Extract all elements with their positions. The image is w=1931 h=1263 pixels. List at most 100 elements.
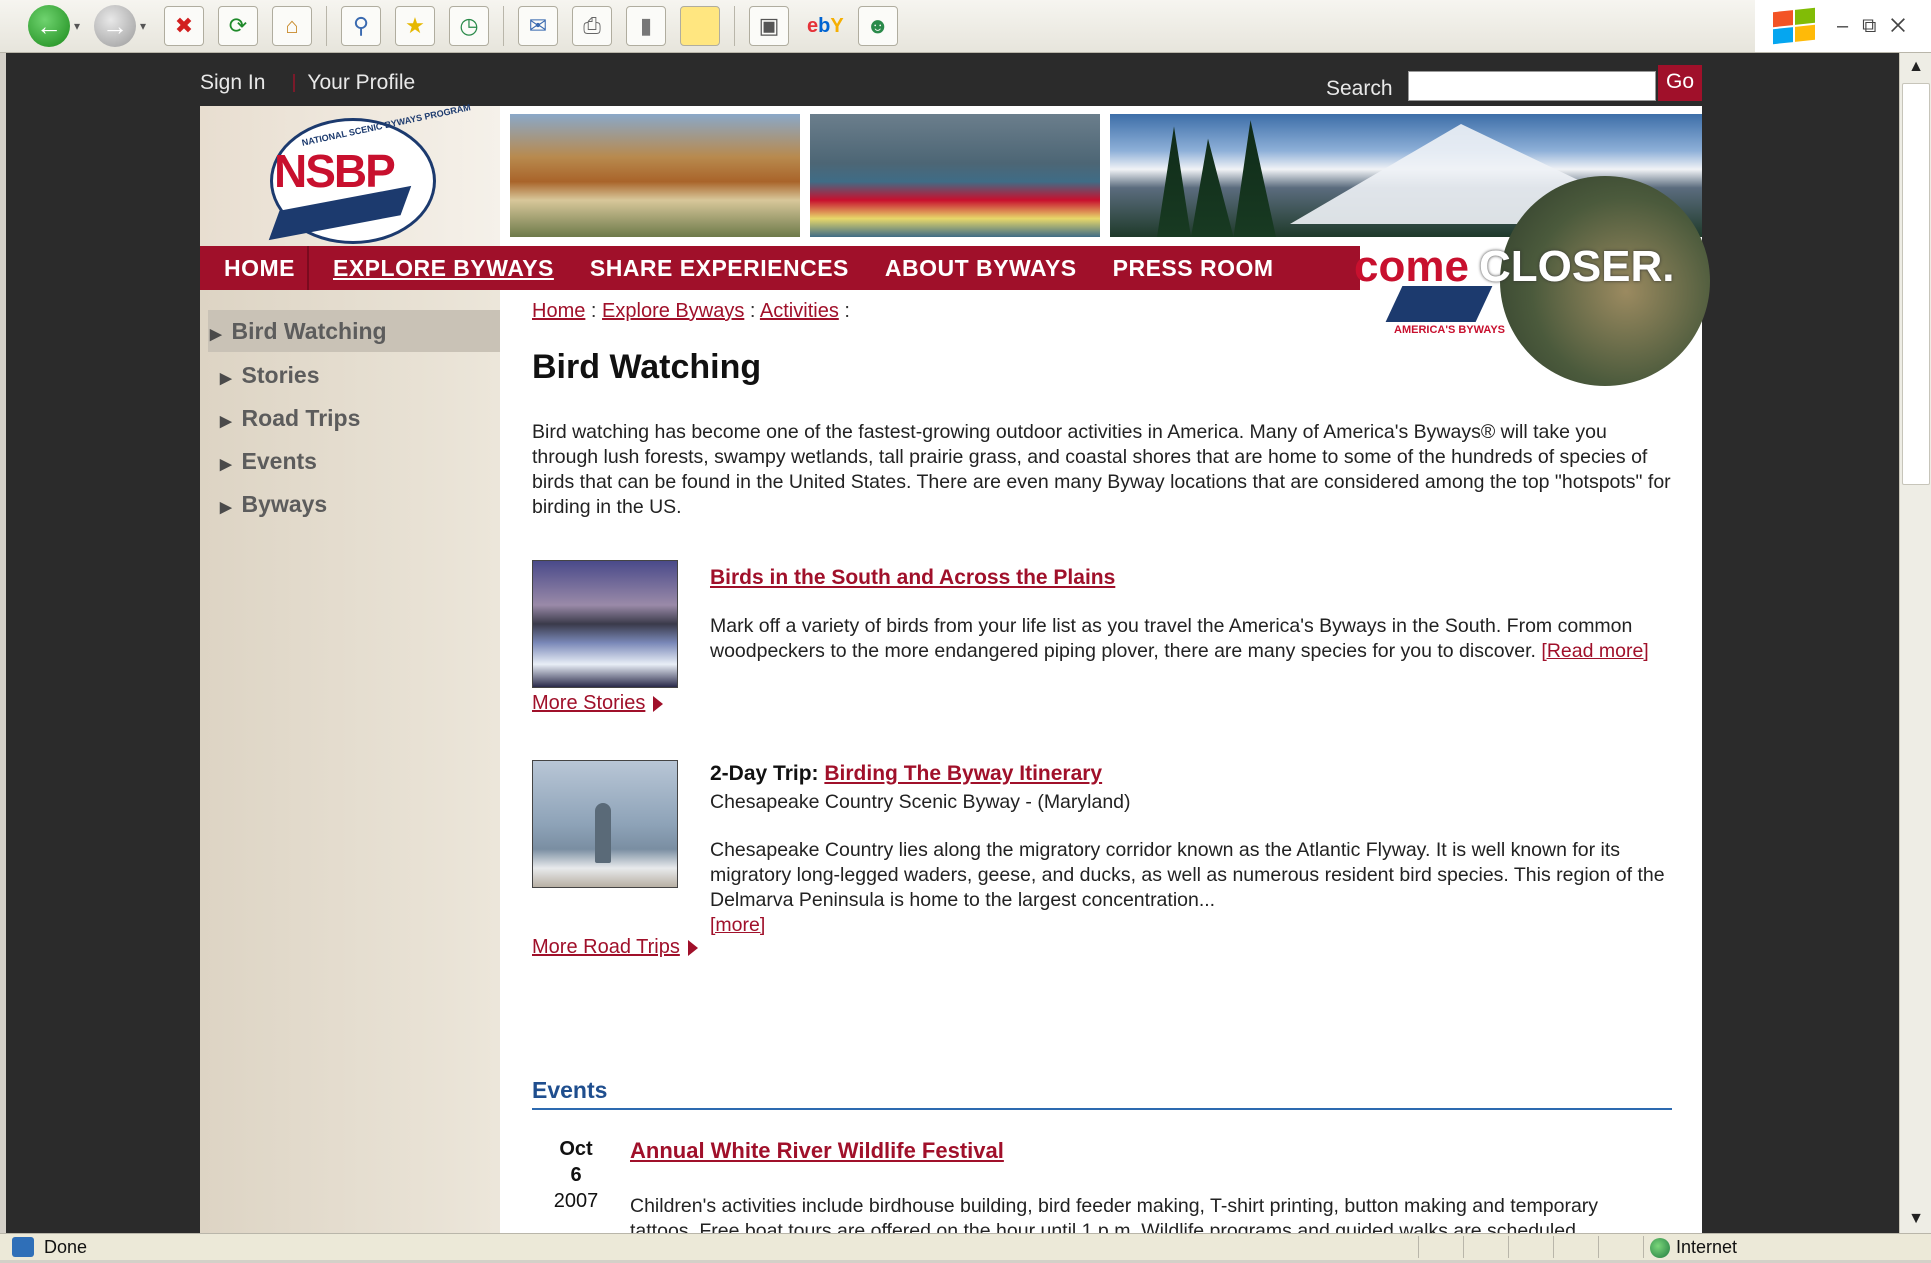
print-icon[interactable]: ⎙ (572, 6, 612, 46)
caret-right-icon: ▶ (220, 370, 232, 387)
sidebar-item-stories[interactable]: ▶ Stories (220, 362, 320, 389)
search-label: Search (1326, 77, 1393, 100)
nav-home[interactable]: HOME (224, 255, 295, 282)
story-body: Mark off a variety of birds from your li… (710, 614, 1672, 664)
event-date: Oct 6 2007 (546, 1136, 606, 1214)
window-controls[interactable]: –⧉✕ (1837, 15, 1920, 38)
link-separator (293, 74, 296, 93)
status-panes (1418, 1236, 1649, 1258)
events-heading: Events (532, 1077, 1672, 1110)
search-input[interactable] (1408, 71, 1656, 101)
trip-body-text: Chesapeake Country lies along the migrat… (710, 839, 1665, 911)
americas-byways-badge[interactable]: AMERICA'S BYWAYS (1385, 286, 1506, 336)
page-icon (12, 1237, 34, 1257)
history-icon[interactable]: ◷ (449, 6, 489, 46)
globe-icon (1650, 1238, 1670, 1259)
back-icon[interactable]: ← (28, 5, 70, 47)
favorites-icon[interactable]: ★ (395, 6, 435, 46)
heron-shape (595, 803, 611, 863)
scroll-thumb[interactable] (1902, 83, 1930, 485)
tagline-come: come (1354, 242, 1469, 291)
trip-subtitle: Chesapeake Country Scenic Byway - (Maryl… (710, 791, 1131, 813)
read-more-link[interactable]: [Read more] (1541, 640, 1648, 662)
event-body: Children's activities include birdhouse … (630, 1195, 1599, 1233)
sidebar-item-label: Byways (241, 491, 328, 517)
come-closer-tagline: come CLOSER. (1354, 242, 1675, 292)
stop-icon[interactable]: ✖ (164, 6, 204, 46)
byways-badge-text: AMERICA'S BYWAYS (1394, 324, 1506, 336)
messenger-icon[interactable]: ☻ (857, 6, 898, 46)
trip-thumbnail[interactable] (532, 760, 678, 888)
breadcrumb-sep: : (749, 300, 756, 322)
event-title-link[interactable]: Annual White River Wildlife Festival (630, 1138, 1004, 1164)
edit-icon[interactable]: ▮ (626, 6, 666, 46)
windows-logo-icon (1773, 7, 1815, 45)
nav-explore-byways[interactable]: EXPLORE BYWAYS (333, 255, 554, 282)
notes-icon[interactable] (680, 6, 720, 46)
home-icon[interactable]: ⌂ (272, 6, 312, 46)
search-icon[interactable]: ⚲ (341, 6, 381, 46)
header-photo-road (510, 114, 800, 237)
trip-more-link[interactable]: [more] (710, 914, 765, 936)
forward-dropdown-icon[interactable]: ▾ (136, 19, 150, 33)
forward-icon[interactable]: → (94, 5, 136, 47)
sidebar-item-byways[interactable]: ▶ Byways (220, 491, 327, 518)
toolbar-divider (326, 6, 327, 46)
sidebar-item-label: Events (241, 448, 317, 474)
main-nav: HOME EXPLORE BYWAYS SHARE EXPERIENCES AB… (200, 246, 1360, 290)
toolbar-divider (503, 6, 504, 46)
more-stories-label: More Stories (532, 692, 646, 714)
nav-about-byways[interactable]: ABOUT BYWAYS (885, 255, 1077, 282)
story-thumbnail[interactable] (532, 560, 678, 688)
triangle-right-icon (687, 939, 698, 956)
status-text: Done (44, 1237, 88, 1257)
trees-shape (1157, 120, 1276, 237)
trip-title-link[interactable]: Birding The Byway Itinerary (824, 762, 1102, 785)
sidebar-item-road-trips[interactable]: ▶ Road Trips (220, 405, 360, 432)
scroll-up-icon[interactable]: ▲ (1900, 53, 1931, 81)
more-road-trips-link[interactable]: More Road Trips (532, 936, 698, 959)
caret-right-icon: ▶ (220, 499, 232, 516)
browser-toolbar: ← ▾ → ▾ ✖ ⟳ ⌂ ⚲ ★ ◷ ✉ ⎙ ▮ ▣ ebY ☻ (0, 0, 1931, 53)
more-stories-link[interactable]: More Stories (532, 692, 664, 715)
header-photo-kayak (810, 114, 1100, 237)
caret-right-icon: ▶ (220, 456, 232, 473)
story-title-link[interactable]: Birds in the South and Across the Plains (710, 566, 1115, 590)
sidebar-item-events[interactable]: ▶ Events (220, 448, 317, 475)
your-profile-link[interactable]: Your Profile (307, 71, 415, 94)
breadcrumb-sep: : (590, 300, 597, 322)
caret-right-icon: ▶ (220, 413, 232, 430)
sidebar-item-bird-watching[interactable]: ▶ Bird Watching (210, 318, 387, 345)
story-body-text: Mark off a variety of birds from your li… (710, 615, 1633, 662)
event-year: 2007 (553, 1190, 599, 1212)
account-links: Sign In Your Profile (200, 71, 443, 95)
back-dropdown-icon[interactable]: ▾ (70, 19, 84, 33)
refresh-icon[interactable]: ⟳ (218, 6, 258, 46)
nav-share-experiences[interactable]: SHARE EXPERIENCES (590, 255, 849, 282)
sign-in-link[interactable]: Sign In (200, 71, 265, 94)
ebay-e: e (807, 14, 819, 37)
vertical-scrollbar[interactable]: ▲ ▼ (1899, 53, 1931, 1233)
zone-label: Internet (1676, 1237, 1738, 1257)
mail-icon[interactable]: ✉ (518, 6, 558, 46)
tagline-closer: CLOSER. (1478, 242, 1675, 291)
sidebar-item-label: Road Trips (241, 405, 361, 431)
breadcrumb-home[interactable]: Home (532, 300, 585, 322)
breadcrumb-activities[interactable]: Activities (760, 300, 839, 322)
page-viewport: Sign In Your Profile Search Go NATIONAL S… (6, 53, 1899, 1233)
sidebar: ▶ Bird Watching ▶ Stories ▶ Road Trips ▶ Eve… (200, 290, 500, 1233)
ebay-icon[interactable]: ebY (807, 15, 844, 38)
trip-heading: 2-Day Trip: Birding The Byway Itinerary (710, 762, 1102, 786)
go-button[interactable]: Go (1658, 65, 1702, 101)
research-icon[interactable]: ▣ (749, 6, 789, 46)
trip-label: 2-Day Trip: (710, 762, 819, 785)
breadcrumb-explore[interactable]: Explore Byways (602, 300, 744, 322)
intro-text: Bird watching has become one of the fast… (532, 421, 1671, 518)
site-logo[interactable]: NATIONAL SCENIC BYWAYS PROGRAM NSBP (200, 102, 500, 246)
scroll-down-icon[interactable]: ▼ (1900, 1205, 1931, 1233)
nav-press-room[interactable]: PRESS ROOM (1113, 255, 1274, 282)
trip-body: Chesapeake Country lies along the migrat… (710, 838, 1672, 938)
ebay-y: Y (830, 14, 844, 37)
nav-divider (307, 246, 309, 290)
breadcrumb: Home : Explore Byways : Activities : (532, 300, 850, 323)
